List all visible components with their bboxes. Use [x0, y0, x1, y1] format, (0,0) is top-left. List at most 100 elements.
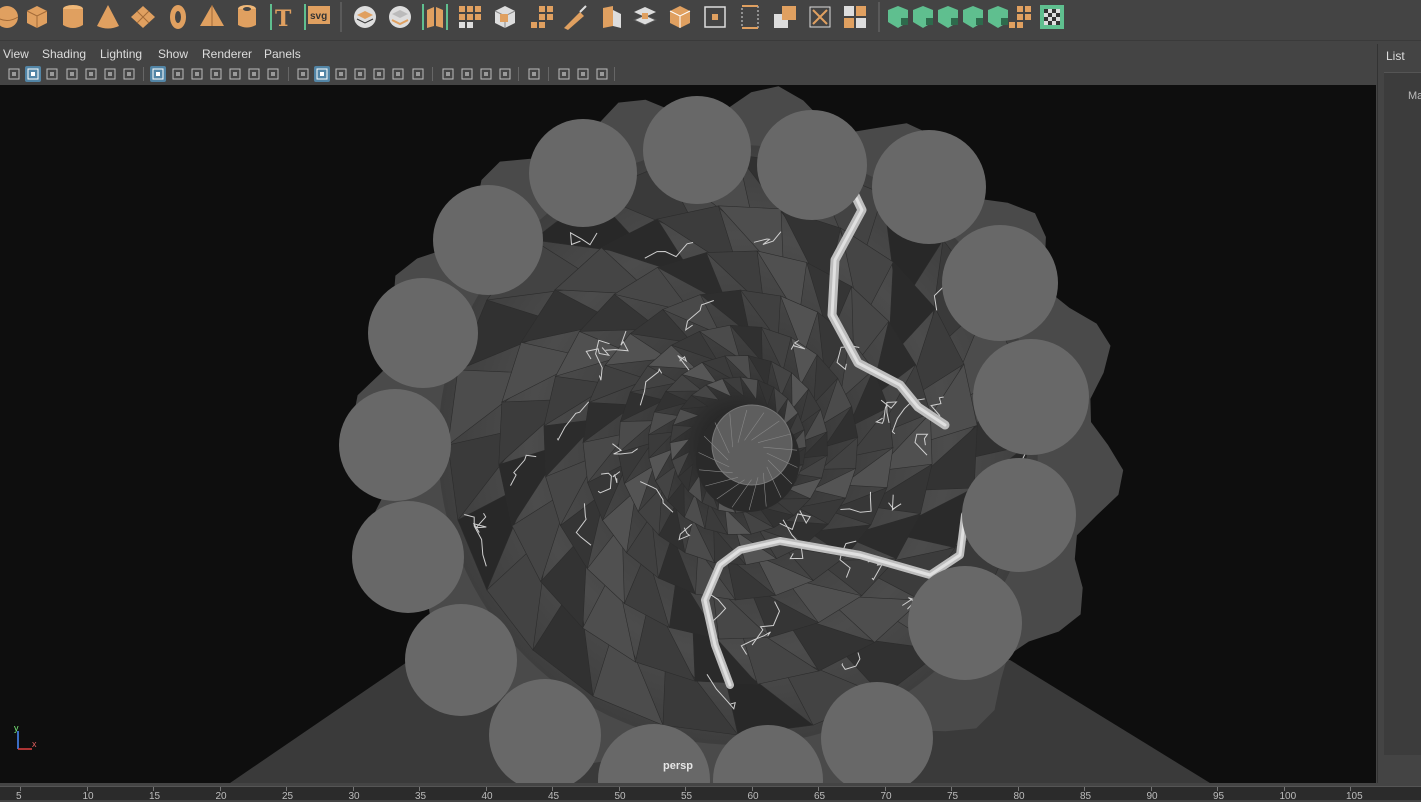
pipe-icon[interactable]: [232, 2, 262, 32]
svg-text:T: T: [275, 6, 292, 32]
insert-edge-loop-icon[interactable]: [735, 2, 765, 32]
combine-icon[interactable]: [350, 2, 380, 32]
camera-icon[interactable]: [6, 66, 22, 82]
timeline-label: 15: [149, 791, 161, 802]
green-deformer-5-icon[interactable]: [1003, 2, 1033, 32]
safe-action-icon[interactable]: [246, 66, 262, 82]
panel-toolbar: [0, 64, 1377, 84]
lock-camera-icon[interactable]: [102, 66, 118, 82]
uv-editor-icon[interactable]: [840, 2, 870, 32]
fill-hole-icon[interactable]: [665, 2, 695, 32]
timeline-label: 60: [747, 791, 759, 802]
timeline-label: 75: [947, 791, 959, 802]
mirror-icon[interactable]: [420, 2, 450, 32]
camera-label: persp: [663, 760, 693, 772]
side-panel: List Ma: [1380, 44, 1421, 783]
viewport-panel: View Shading Lighting Show Renderer Pane…: [0, 44, 1378, 783]
wireframe-icon[interactable]: [295, 66, 311, 82]
separate-icon[interactable]: [385, 2, 415, 32]
timeline-label: 90: [1146, 791, 1158, 802]
timeline-label: 100: [1279, 791, 1297, 802]
timeline-label: 30: [348, 791, 360, 802]
svg-text:svg: svg: [310, 11, 327, 22]
bevel-icon[interactable]: [490, 2, 520, 32]
field-chart-icon[interactable]: [227, 66, 243, 82]
axis-gizmo: y x: [12, 723, 42, 755]
ambient-occlusion-icon[interactable]: [459, 66, 475, 82]
extrude-icon[interactable]: [525, 2, 555, 32]
timeline-label: 45: [548, 791, 560, 802]
pyramid-icon[interactable]: [197, 2, 227, 32]
isolate-select-icon[interactable]: [526, 66, 542, 82]
list-tab[interactable]: List: [1386, 49, 1405, 63]
two-side-icon[interactable]: [575, 66, 591, 82]
anti-alias-icon[interactable]: [497, 66, 513, 82]
plane-icon[interactable]: [128, 2, 158, 32]
snapshot-icon[interactable]: [121, 66, 137, 82]
torus-icon[interactable]: [163, 2, 193, 32]
xray-joints-icon[interactable]: [371, 66, 387, 82]
axis-x-label: x: [32, 739, 37, 749]
cylinder-icon[interactable]: [58, 2, 88, 32]
shelf-toolbar: Tsvg: [0, 0, 1421, 41]
time-slider[interactable]: 5 10 15 20 25 30 35 40 45 50 55 60 65 70 75 80 85 90 95 100…: [0, 786, 1421, 802]
menu-view[interactable]: View: [3, 47, 29, 61]
panel-menubar: View Shading Lighting Show Renderer Pane…: [0, 44, 1377, 64]
timeline-label: 35: [415, 791, 427, 802]
film-gate-icon[interactable]: [170, 66, 186, 82]
text-icon[interactable]: T: [268, 2, 298, 32]
textured-icon[interactable]: [390, 66, 406, 82]
timeline-label: 85: [1080, 791, 1092, 802]
multi-cut-icon[interactable]: [595, 2, 625, 32]
camera-attr-icon[interactable]: [44, 66, 60, 82]
menu-lighting[interactable]: Lighting: [100, 47, 142, 61]
grid-icon[interactable]: [150, 66, 166, 82]
timeline-label: 55: [681, 791, 693, 802]
timeline-label: 40: [481, 791, 493, 802]
xray-active-icon[interactable]: [556, 66, 572, 82]
timeline-label: 80: [1013, 791, 1025, 802]
timeline-label: 65: [814, 791, 826, 802]
shadows-icon[interactable]: [440, 66, 456, 82]
menu-shading[interactable]: Shading: [42, 47, 86, 61]
timeline-label: 95: [1213, 791, 1225, 802]
safe-title-icon[interactable]: [265, 66, 281, 82]
3d-viewport[interactable]: y x persp: [0, 85, 1376, 783]
menu-renderer[interactable]: Renderer: [202, 47, 252, 61]
image-plane-icon[interactable]: [83, 66, 99, 82]
timeline-label: 50: [614, 791, 626, 802]
target-weld-icon[interactable]: [630, 2, 660, 32]
cube-icon[interactable]: [22, 2, 52, 32]
svg-icon[interactable]: svg: [302, 2, 332, 32]
gate-mask-icon[interactable]: [208, 66, 224, 82]
bookmark-icon[interactable]: [64, 66, 80, 82]
sphere-icon[interactable]: [0, 2, 22, 32]
boolean-icon[interactable]: [700, 2, 730, 32]
timeline-label: 10: [82, 791, 94, 802]
cone-icon[interactable]: [93, 2, 123, 32]
axis-y-label: y: [14, 725, 19, 733]
side-panel-label: Ma: [1408, 90, 1421, 102]
xray-icon[interactable]: [352, 66, 368, 82]
scene-render: [230, 86, 1210, 783]
wireframe-on-shaded-icon[interactable]: [333, 66, 349, 82]
side-panel-content: [1384, 72, 1421, 755]
timeline-label: 105: [1346, 791, 1363, 802]
bridge-icon[interactable]: [560, 2, 590, 32]
resolution-gate-icon[interactable]: [189, 66, 205, 82]
checker-icon[interactable]: [1037, 2, 1067, 32]
menu-panels[interactable]: Panels: [264, 47, 301, 61]
camera-select-icon[interactable]: [25, 66, 41, 82]
motion-blur-icon[interactable]: [478, 66, 494, 82]
timeline-label: 5: [16, 791, 22, 802]
smooth-icon[interactable]: [455, 2, 485, 32]
offset-edge-icon[interactable]: [770, 2, 800, 32]
merge-icon[interactable]: [805, 2, 835, 32]
timeline-label: 20: [215, 791, 227, 802]
lights-icon[interactable]: [410, 66, 426, 82]
timeline-label: 25: [282, 791, 294, 802]
timeline-label: 70: [880, 791, 892, 802]
smooth-shade-icon[interactable]: [314, 66, 330, 82]
menu-show[interactable]: Show: [158, 47, 188, 61]
fullscreen-icon[interactable]: [594, 66, 610, 82]
